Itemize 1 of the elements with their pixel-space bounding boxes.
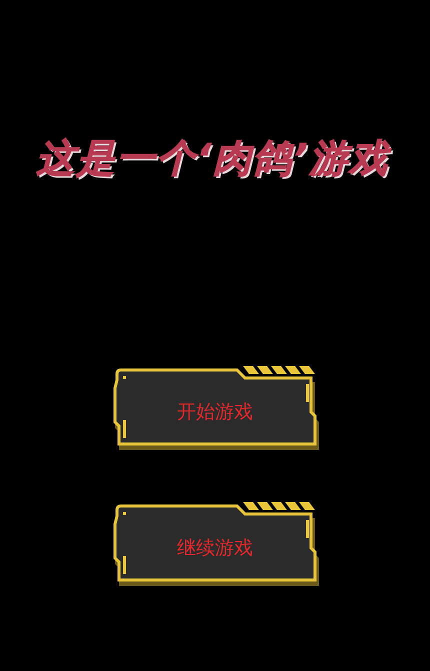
- game-title: 这是一个‘肉鸽’游戏: [36, 135, 392, 182]
